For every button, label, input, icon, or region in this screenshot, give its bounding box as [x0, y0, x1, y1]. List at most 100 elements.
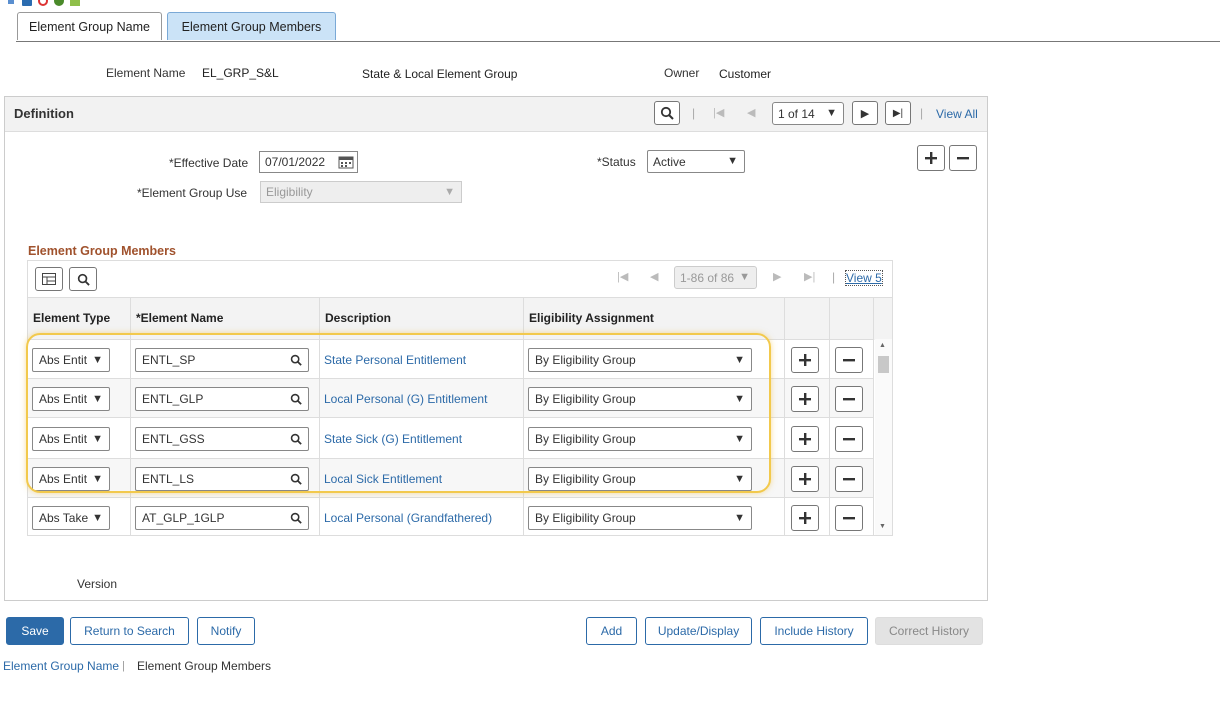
element-type-select[interactable]: Abs Entit ▼ [32, 348, 110, 372]
element-type-select[interactable]: Abs Entit ▼ [32, 467, 110, 491]
previous-page-icon[interactable]: ◀ [650, 270, 658, 283]
description-link[interactable]: State Personal Entitlement [324, 353, 466, 367]
element-name-input[interactable]: ENTL_LS [135, 467, 309, 491]
search-icon[interactable] [290, 433, 302, 445]
tab-element-group-name[interactable]: Element Group Name [17, 12, 162, 40]
refresh-icon[interactable] [38, 0, 48, 6]
eligibility-assignment-value: By Eligibility Group [535, 353, 636, 367]
search-icon[interactable] [290, 512, 302, 524]
last-page-button[interactable]: ▶| [885, 101, 911, 125]
update-display-button[interactable]: Update/Display [645, 617, 752, 645]
delete-row-button[interactable] [835, 426, 863, 452]
delete-row-button[interactable] [835, 347, 863, 373]
page-select[interactable]: 1 of 14 ▼ [772, 102, 844, 125]
delete-row-button[interactable] [835, 466, 863, 492]
delete-row-button[interactable] [835, 386, 863, 412]
status-label: *Status [597, 155, 636, 169]
delete-row-button[interactable] [949, 145, 977, 171]
description-link[interactable]: Local Sick Entitlement [324, 472, 442, 486]
search-button[interactable] [654, 101, 680, 125]
element-name-value: ENTL_SP [142, 353, 196, 367]
add-row-button[interactable] [791, 426, 819, 452]
definition-title: Definition [14, 106, 74, 121]
minus-icon [843, 517, 855, 520]
eligibility-assignment-value: By Eligibility Group [535, 432, 636, 446]
gear-icon[interactable] [54, 0, 64, 6]
element-group-use-select: Eligibility ▼ [260, 181, 462, 203]
return-to-search-button[interactable]: Return to Search [70, 617, 189, 645]
col-eligibility-assignment: Eligibility Assignment [524, 297, 785, 339]
personalize-grid-button[interactable] [35, 267, 63, 291]
page-select-value: 1 of 14 [778, 106, 815, 121]
spellcheck-icon[interactable] [6, 0, 16, 6]
add-row-button[interactable] [917, 145, 945, 171]
search-icon[interactable] [290, 393, 302, 405]
scrollbar-thumb[interactable] [878, 356, 889, 373]
effective-date-value: 07/01/2022 [265, 155, 326, 169]
eligibility-assignment-select[interactable]: By Eligibility Group ▼ [528, 467, 752, 491]
chevron-down-icon: ▼ [92, 393, 103, 405]
plus-icon [799, 512, 811, 524]
next-page-button[interactable]: ▶ [852, 101, 878, 125]
delete-row-button[interactable] [835, 505, 863, 531]
table-row: Abs Entit ▼ ENTL_GSS State Sick (G) Entitle… [28, 417, 874, 459]
save-button[interactable]: Save [6, 617, 64, 645]
first-page-icon[interactable]: |◀ [617, 270, 628, 283]
eligibility-assignment-select[interactable]: By Eligibility Group ▼ [528, 506, 752, 530]
notify-button[interactable]: Notify [197, 617, 255, 645]
plus-icon [799, 433, 811, 445]
add-row-button[interactable] [791, 347, 819, 373]
add-row-button[interactable] [791, 386, 819, 412]
status-select[interactable]: Active ▼ [647, 150, 745, 173]
element-type-select[interactable]: Abs Take ▼ [32, 506, 110, 530]
search-icon[interactable] [290, 354, 302, 366]
effective-date-label: *Effective Date [169, 156, 249, 170]
element-name-value: EL_GRP_S&L [202, 66, 279, 80]
tab-divider [16, 41, 1220, 42]
view-5-link[interactable]: View 5 [845, 270, 883, 286]
notepad-icon[interactable] [70, 0, 80, 6]
scroll-up-icon[interactable]: ▲ [879, 342, 886, 349]
info-icon[interactable] [22, 0, 32, 6]
chevron-down-icon: ▼ [92, 354, 103, 366]
footer-link-element-group-name[interactable]: Element Group Name [3, 659, 119, 673]
previous-page-icon[interactable]: ◀ [747, 106, 755, 119]
vertical-scrollbar[interactable]: ▲ ▼ [875, 339, 892, 535]
element-name-value: ENTL_GLP [142, 392, 204, 406]
find-in-grid-button[interactable] [69, 267, 97, 291]
description-link[interactable]: Local Personal (G) Entitlement [324, 392, 487, 406]
view-all-link[interactable]: View All [936, 107, 978, 121]
element-name-input[interactable]: ENTL_SP [135, 348, 309, 372]
scroll-down-icon[interactable]: ▼ [879, 523, 886, 530]
add-row-button[interactable] [791, 466, 819, 492]
first-page-icon[interactable]: |◀ [713, 106, 724, 119]
element-name-input[interactable]: ENTL_GLP [135, 387, 309, 411]
col-element-type: Element Type [28, 297, 131, 339]
add-row-button[interactable] [791, 505, 819, 531]
element-type-select[interactable]: Abs Entit ▼ [32, 387, 110, 411]
element-group-use-label: *Element Group Use [137, 186, 248, 200]
plus-icon [799, 473, 811, 485]
chevron-down-icon: ▼ [734, 473, 745, 485]
last-page-icon[interactable]: ▶| [804, 270, 815, 283]
add-button[interactable]: Add [586, 617, 637, 645]
description-link[interactable]: Local Personal (Grandfathered) [324, 511, 492, 525]
eligibility-assignment-select[interactable]: By Eligibility Group ▼ [528, 387, 752, 411]
calendar-icon[interactable] [338, 155, 354, 169]
element-type-value: Abs Entit [39, 392, 88, 406]
plus-icon [925, 152, 937, 164]
element-name-input[interactable]: ENTL_GSS [135, 427, 309, 451]
next-page-icon[interactable]: ▶ [773, 270, 781, 283]
members-section-title: Element Group Members [28, 244, 176, 258]
eligibility-assignment-select[interactable]: By Eligibility Group ▼ [528, 348, 752, 372]
element-type-select[interactable]: Abs Entit ▼ [32, 427, 110, 451]
eligibility-assignment-select[interactable]: By Eligibility Group ▼ [528, 427, 752, 451]
effective-date-input[interactable]: 07/01/2022 [259, 151, 358, 173]
element-name-input[interactable]: AT_GLP_1GLP [135, 506, 309, 530]
search-icon[interactable] [290, 473, 302, 485]
description-link[interactable]: State Sick (G) Entitlement [324, 432, 462, 446]
element-group-use-value: Eligibility [266, 185, 313, 199]
include-history-button[interactable]: Include History [760, 617, 868, 645]
footer-separator: | [122, 660, 125, 672]
tab-element-group-members[interactable]: Element Group Members [167, 12, 336, 40]
